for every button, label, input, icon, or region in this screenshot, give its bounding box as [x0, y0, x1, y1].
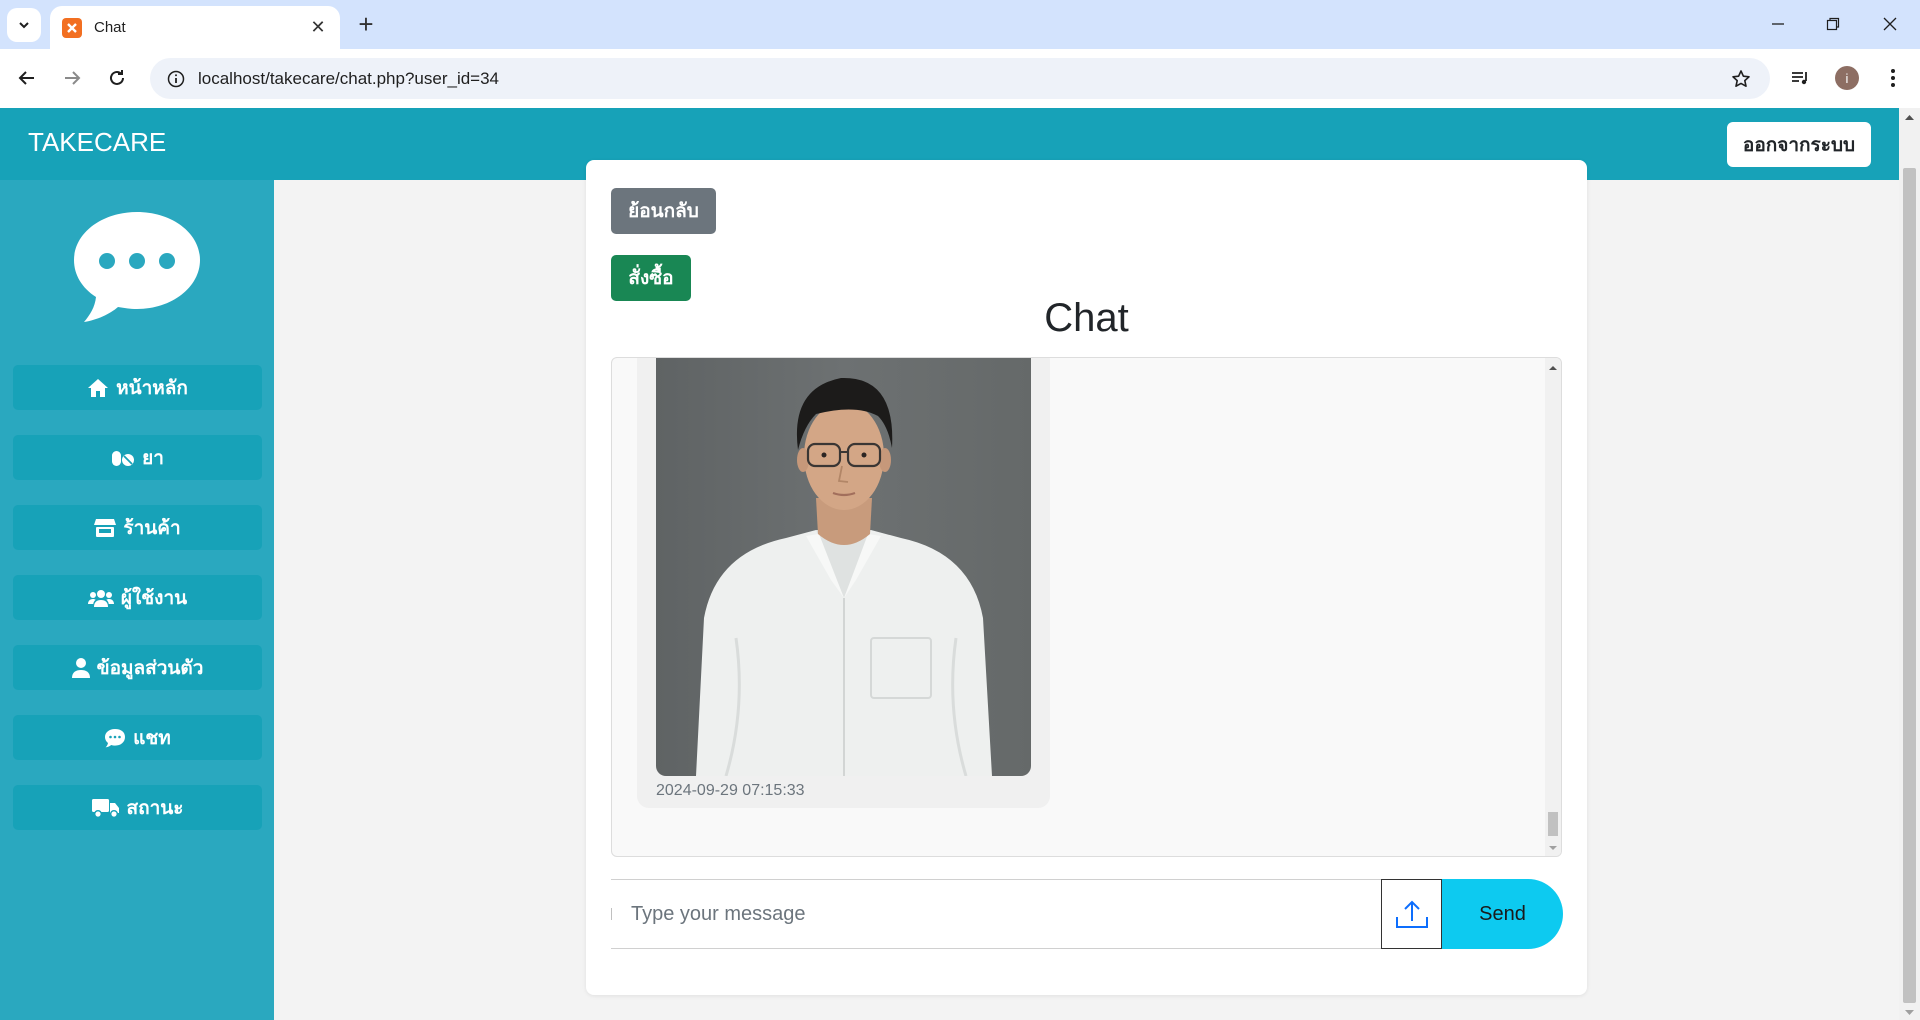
- sidebar-item-label: ผู้ใช้งาน: [120, 587, 188, 609]
- order-button[interactable]: สั่งซื้อ: [611, 255, 691, 301]
- message-bubble: 2024-09-29 07:15:33: [637, 358, 1050, 808]
- chat-messages[interactable]: 2024-09-29 07:15:33: [611, 357, 1562, 857]
- input-left-edge: [611, 908, 612, 920]
- sidebar-item-home[interactable]: หน้าหลัก: [13, 365, 262, 410]
- message-image[interactable]: [656, 358, 1031, 776]
- sidebar-item-label: ร้านค้า: [123, 517, 181, 539]
- url-text: localhost/takecare/chat.php?user_id=34: [198, 68, 500, 88]
- scroll-up-arrow-icon[interactable]: [1545, 360, 1561, 376]
- restore-icon: [1826, 17, 1840, 31]
- sidebar-item-label: แชท: [133, 727, 171, 749]
- browser-tab-bar: Chat ✕ +: [0, 0, 1920, 49]
- close-icon: [1883, 17, 1897, 31]
- avatar: i: [1835, 66, 1859, 90]
- arrow-left-icon: [18, 71, 34, 85]
- users-icon: [87, 589, 114, 607]
- chat-scrollbar[interactable]: [1545, 358, 1561, 856]
- back-button[interactable]: [12, 63, 42, 93]
- chat-bubble-logo-icon: [70, 208, 204, 326]
- site-info-icon[interactable]: [164, 67, 188, 91]
- chat-icon: [105, 728, 126, 747]
- reload-icon: [110, 70, 124, 85]
- arrow-right-icon: [65, 71, 81, 85]
- chat-scroll-thumb[interactable]: [1548, 812, 1558, 836]
- page-title: Chat: [1044, 296, 1129, 340]
- user-icon: [71, 657, 90, 678]
- page-scroll-thumb[interactable]: [1903, 168, 1916, 1003]
- sidebar-item-label: สถานะ: [126, 797, 184, 819]
- pills-icon: [112, 450, 135, 466]
- restore-button[interactable]: [1819, 10, 1847, 38]
- chat-card: ย้อนกลับ สั่งซื้อ Chat 2024-09-29 07:15:…: [586, 160, 1587, 995]
- home-icon: [88, 378, 109, 397]
- logout-button[interactable]: ออกจากระบบ: [1727, 122, 1871, 167]
- send-button[interactable]: Send: [1442, 879, 1563, 949]
- upload-button[interactable]: [1381, 879, 1442, 949]
- message-timestamp: 2024-09-29 07:15:33: [656, 782, 805, 799]
- message-composer: Send: [611, 879, 1563, 949]
- brand-logo[interactable]: TAKECARE: [28, 127, 166, 158]
- more-vertical-icon: [1891, 69, 1895, 87]
- main-content: ย้อนกลับ สั่งซื้อ Chat 2024-09-29 07:15:…: [274, 160, 1899, 1020]
- minimize-icon: [1772, 23, 1784, 25]
- sidebar-item-chat[interactable]: แชท: [13, 715, 262, 760]
- new-tab-button[interactable]: +: [352, 9, 380, 39]
- tab-close-icon[interactable]: ✕: [308, 17, 328, 38]
- sidebar-item-medicine[interactable]: ยา: [13, 435, 262, 480]
- xampp-favicon-icon: [62, 17, 82, 38]
- browser-tab-chat[interactable]: Chat ✕: [50, 6, 340, 49]
- chevron-down-icon: [19, 22, 29, 29]
- tab-search-button[interactable]: [7, 8, 41, 42]
- sidebar-item-label: หน้าหลัก: [116, 377, 188, 399]
- page-viewport: TAKECARE ออกจากระบบ หน้าหลัก ยา ร้านค้า: [0, 108, 1920, 1020]
- page-scroll-up-icon[interactable]: [1899, 110, 1920, 126]
- sidebar-item-label: ข้อมูลส่วนตัว: [96, 657, 204, 679]
- page-scrollbar[interactable]: [1899, 108, 1920, 1020]
- bookmark-star-icon[interactable]: [1726, 64, 1756, 94]
- profile-button[interactable]: i: [1832, 63, 1862, 93]
- sidebar-item-label: ยา: [142, 447, 164, 469]
- address-bar[interactable]: localhost/takecare/chat.php?user_id=34: [150, 58, 1770, 99]
- message-input[interactable]: [611, 879, 1381, 949]
- minimize-button[interactable]: [1764, 10, 1792, 38]
- upload-icon: [1395, 900, 1428, 928]
- sidebar-item-profile[interactable]: ข้อมูลส่วนตัว: [13, 645, 262, 690]
- sidebar-item-status[interactable]: สถานะ: [13, 785, 262, 830]
- store-icon: [94, 518, 117, 537]
- reload-button[interactable]: [102, 63, 132, 93]
- forward-button[interactable]: [57, 63, 87, 93]
- browser-toolbar: localhost/takecare/chat.php?user_id=34 i: [0, 49, 1920, 108]
- truck-icon: [91, 798, 119, 818]
- media-control-button[interactable]: [1785, 63, 1815, 93]
- sidebar-item-store[interactable]: ร้านค้า: [13, 505, 262, 550]
- scroll-down-arrow-icon[interactable]: [1545, 840, 1561, 856]
- tab-title: Chat: [94, 19, 126, 36]
- sidebar-item-users[interactable]: ผู้ใช้งาน: [13, 575, 262, 620]
- queue-music-icon: [1792, 72, 1807, 85]
- close-window-button[interactable]: [1876, 10, 1904, 38]
- back-button[interactable]: ย้อนกลับ: [611, 188, 716, 234]
- page-scroll-down-icon[interactable]: [1899, 1004, 1920, 1020]
- browser-menu-button[interactable]: [1878, 63, 1908, 93]
- sidebar: หน้าหลัก ยา ร้านค้า ผู้ใช้งาน ข้อมูลส่วน…: [0, 180, 274, 1020]
